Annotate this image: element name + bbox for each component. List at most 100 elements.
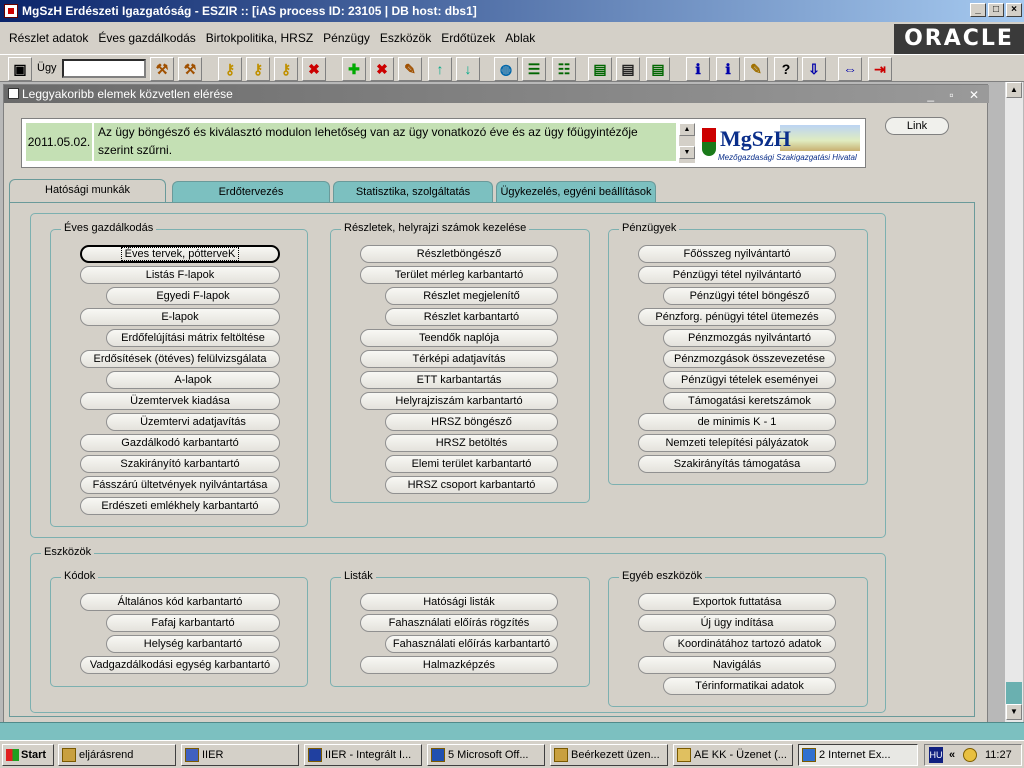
message-scrollbar[interactable]: ▲ ▼ [679,123,695,163]
fafaj-karbantarto-button[interactable]: Fafaj karbantartó [106,614,280,632]
task-iier-integralt[interactable]: IIER - Integrált I... [304,744,422,766]
altalanos-kod-button[interactable]: Általános kód karbantartó [80,593,280,611]
save-icon[interactable]: ▣ [8,57,32,81]
tab-erdotervezes[interactable]: Erdőtervezés [172,181,330,202]
menu-ablak[interactable]: Ablak [500,31,540,45]
tray-expand-icon[interactable]: « [949,745,955,765]
egyedi-f-lapok-button[interactable]: Egyedi F-lapok [106,287,280,305]
list-sort-icon[interactable]: ☷ [552,57,576,81]
menu-eszkozok[interactable]: Eszközök [375,31,436,45]
uzemtervek-kiadasa-button[interactable]: Üzemtervek kiadása [80,392,280,410]
hammer-icon[interactable]: ⚒ [150,57,174,81]
menu-erdotuzek[interactable]: Erdőtüzek [436,31,500,45]
e-lapok-button[interactable]: E-lapok [80,308,280,326]
delete-record-icon[interactable]: ✖ [370,57,394,81]
scroll-up-icon[interactable]: ▲ [679,123,695,136]
grid-icon[interactable]: ▤ [588,57,612,81]
terkepi-adatjavitas-button[interactable]: Térképi adatjavítás [360,350,558,368]
fahasznalati-rogzites-button[interactable]: Fahasználati előírás rögzítés [360,614,558,632]
info-icon[interactable]: ℹ [716,57,740,81]
exportok-futtatasa-button[interactable]: Exportok futtatása [638,593,836,611]
task-ae-kk[interactable]: AE KK - Üzenet (... [673,744,793,766]
tray-clock-icon[interactable] [963,748,977,762]
ugy-input[interactable] [62,59,146,78]
penzugyi-tetel-bongeszo-button[interactable]: Pénzügyi tétel böngésző [663,287,836,305]
menu-birtokpolitika[interactable]: Birtokpolitika, HRSZ [201,31,318,45]
window-arrange-icon[interactable]: ⇔ [838,57,862,81]
info-edit-icon[interactable]: ℹ [686,57,710,81]
tab-ugykezeles[interactable]: Ügykezelés, egyéni beállítások [496,181,656,202]
scroll-down-icon[interactable]: ▼ [1006,704,1022,720]
grid-dark-icon[interactable]: ▤ [616,57,640,81]
pencil-icon[interactable]: ✎ [744,57,768,81]
terulet-merleg-button[interactable]: Terület mérleg karbantartó [360,266,558,284]
elemi-terulet-button[interactable]: Elemi terület karbantartó [385,455,558,473]
uj-ugy-inditasa-button[interactable]: Új ügy indítása [638,614,836,632]
help-icon[interactable]: ? [774,57,798,81]
task-microsoft-office[interactable]: 5 Microsoft Off... [427,744,545,766]
szakiranyitas-tamogatasa-button[interactable]: Szakirányítás támogatása [638,455,836,473]
arrow-down-icon[interactable]: ↓ [456,57,480,81]
arrow-up-icon[interactable]: ↑ [428,57,452,81]
key-next-icon[interactable]: ⚷ [246,57,270,81]
penzmozgasok-osszevezetese-button[interactable]: Pénzmozgások összevezetése [663,350,836,368]
hrsz-csoport-button[interactable]: HRSZ csoport karbantartó [385,476,558,494]
task-eljarasrend[interactable]: eljárásrend [58,744,176,766]
listas-f-lapok-button[interactable]: Listás F-lapok [80,266,280,284]
form-title-bar[interactable]: Leggyakoribb elemek közvetlen elérése _ … [4,85,989,103]
gazdalkodo-karbantarto-button[interactable]: Gazdálkodó karbantartó [80,434,280,452]
key-icon[interactable]: ⚷ [218,57,242,81]
download-icon[interactable]: ⇩ [802,57,826,81]
scroll-up-icon[interactable]: ▲ [1006,82,1022,98]
penzugyi-tetel-nyilvantarto-button[interactable]: Pénzügyi tétel nyilvántartó [638,266,836,284]
grid-alt-icon[interactable]: ▤ [646,57,670,81]
hatosagi-listak-button[interactable]: Hatósági listák [360,593,558,611]
tab-hatosagi-munkak[interactable]: Hatósági munkák [9,179,166,203]
teendok-naploja-button[interactable]: Teendők naplója [360,329,558,347]
minimize-icon[interactable]: _ [970,3,986,17]
vadgazdalkodasi-egyseg-button[interactable]: Vadgazdálkodási egység karbantartó [80,656,280,674]
a-lapok-button[interactable]: A-lapok [106,371,280,389]
list-check-icon[interactable]: ☰ [522,57,546,81]
globe-icon[interactable]: ◍ [494,57,518,81]
task-internet-explorer[interactable]: 2 Internet Ex... [798,744,918,766]
szakiranyito-karbantarto-button[interactable]: Szakirányító karbantartó [80,455,280,473]
navigalas-button[interactable]: Navigálás [638,656,836,674]
helyrajziszam-karbantarto-button[interactable]: Helyrajziszám karbantartó [360,392,558,410]
link-button[interactable]: Link [885,117,949,135]
fahasznalati-karbantarto-button[interactable]: Fahasználati előírás karbantartó [385,635,558,653]
vertical-scrollbar[interactable]: ▲ ▼ [1005,82,1023,722]
nemzeti-telepitesi-button[interactable]: Nemzeti telepítési pályázatok [638,434,836,452]
foosszeg-button[interactable]: Főösszeg nyilvántartó [638,245,836,263]
maximize-icon[interactable]: □ [988,3,1004,17]
eves-tervek-button[interactable]: Éves tervek, pótterveK [80,245,280,263]
de-minimis-button[interactable]: de minimis K - 1 [638,413,836,431]
key-prev-icon[interactable]: ⚷ [274,57,298,81]
form-window-controls[interactable]: _ ▫ ✕ [927,86,985,104]
key-cancel-icon[interactable]: ✖ [302,57,326,81]
hrsz-bongeszo-button[interactable]: HRSZ böngésző [385,413,558,431]
start-button[interactable]: Start [2,744,54,766]
erdositesek-button[interactable]: Erdősítések (ötéves) felülvizsgálata [80,350,280,368]
penzmozgas-nyilvantarto-button[interactable]: Pénzmozgás nyilvántartó [663,329,836,347]
close-icon[interactable]: × [1006,3,1022,17]
hrsz-betoltes-button[interactable]: HRSZ betöltés [385,434,558,452]
clear-icon[interactable]: ✎ [398,57,422,81]
menu-reszlet-adatok[interactable]: Részlet adatok [4,31,93,45]
uzemtervi-adatjavitas-button[interactable]: Üzemtervi adatjavítás [106,413,280,431]
task-beerkezett[interactable]: Beérkezett üzen... [550,744,668,766]
menu-penzugy[interactable]: Pénzügy [318,31,375,45]
insert-record-icon[interactable]: ✚ [342,57,366,81]
fasszaru-ultetvenyek-button[interactable]: Fásszárú ültetvények nyilvántartása [80,476,280,494]
reszlet-megjelenito-button[interactable]: Részlet megjelenítő [385,287,558,305]
koordinata-adatok-button[interactable]: Koordinátához tartozó adatok [663,635,836,653]
penzugyi-tetelek-esemenyei-button[interactable]: Pénzügyi tételek eseményei [663,371,836,389]
terinformatikai-adatok-button[interactable]: Térinformatikai adatok [663,677,836,695]
tab-statisztika[interactable]: Statisztika, szolgáltatás [333,181,493,202]
exit-icon[interactable]: ⇥ [868,57,892,81]
pick-icon[interactable]: ⚒ [178,57,202,81]
menu-eves-gazdalkodas[interactable]: Éves gazdálkodás [93,31,200,45]
tamogatasi-keretszamok-button[interactable]: Támogatási keretszámok [663,392,836,410]
language-indicator[interactable]: HU [929,747,943,763]
helyseg-karbantarto-button[interactable]: Helység karbantartó [106,635,280,653]
